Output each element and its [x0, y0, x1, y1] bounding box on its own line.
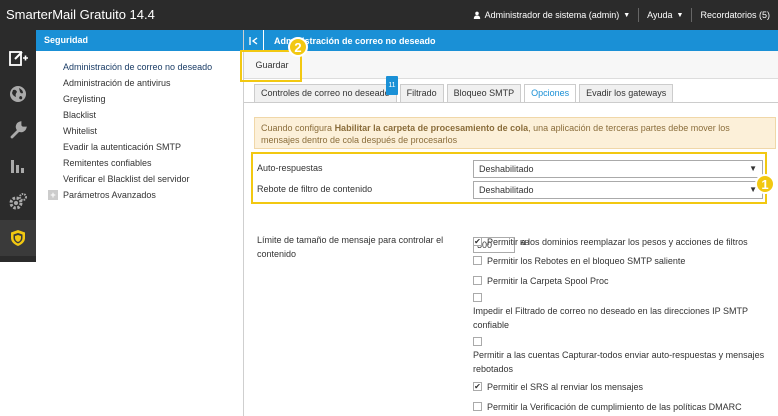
spool-proc-folder-label: Permitir la Carpeta Spool Proc [487, 276, 609, 286]
sidebar-item-greylisting[interactable]: Greylisting [36, 91, 243, 107]
sidebar-item-advanced-label: Parámetros Avanzados [63, 190, 156, 200]
srs-forwarding-option: ✔ Permitir el SRS al renviar los mensaje… [473, 380, 643, 394]
sidebar-item-advanced[interactable]: + Parámetros Avanzados [36, 187, 243, 203]
app-title: SmarterMail Gratuito 14.4 [6, 7, 155, 22]
sidebar-item-smtp-auth-bypass[interactable]: Evadir la autenticación SMTP [36, 139, 243, 155]
help-menu-label: Ayuda [647, 10, 673, 20]
compose-icon [9, 51, 28, 66]
dmarc-compliance-label: Permitir la Verificación de cumplimiento… [487, 402, 742, 412]
outbound-bounces-label: Permitir los Rebotes en el bloqueo SMTP … [487, 256, 686, 266]
srs-forwarding-label: Permitir el SRS al renviar los mensajes [487, 382, 644, 392]
sidebar-item-server-blacklist-check[interactable]: Verificar el Blacklist del servidor [36, 171, 243, 187]
help-menu[interactable]: Ayuda ▼ [639, 0, 691, 30]
wrench-icon [10, 121, 27, 139]
trusted-ip-spam-skip-option: Impedir el Filtrado de correo no deseado… [473, 291, 773, 332]
domains-override-weights-option: ✔ Permitir a los dominios reemplazar los… [473, 235, 748, 249]
caret-down-icon: ▼ [623, 11, 631, 19]
tab-options[interactable]: Opciones [524, 84, 577, 102]
srs-forwarding-checkbox[interactable]: ✔ [473, 382, 482, 391]
gear-icon [9, 193, 27, 210]
settings-tools-button[interactable] [0, 112, 36, 148]
catch-all-autoreply-label: Permitir a las cuentas Capturar-todos en… [473, 350, 765, 374]
tab-smtp-blocking[interactable]: Bloqueo SMTP [446, 84, 522, 102]
catch-all-autoreply-option: Permitir a las cuentas Capturar-todos en… [473, 335, 773, 376]
reminders-link[interactable]: Recordatorios (5) [692, 0, 778, 30]
caret-down-icon: ▼ [676, 11, 684, 19]
tab-filtering[interactable]: Filtrado [399, 84, 444, 102]
security-sidebar: Seguridad Administración de correo no de… [36, 30, 244, 416]
catch-all-autoreply-checkbox[interactable] [473, 337, 482, 346]
compose-button[interactable] [0, 40, 36, 76]
globe-icon [10, 86, 26, 102]
user-menu[interactable]: Administrador de sistema (admin) ▼ [465, 0, 639, 30]
collapse-sidebar-button[interactable] [244, 30, 264, 51]
outbound-bounces-option: Permitir los Rebotes en el bloqueo SMTP … [473, 254, 685, 268]
trusted-ip-spam-skip-label: Impedir el Filtrado de correo no deseado… [473, 306, 748, 330]
callout-badge-1: 1 [755, 174, 775, 194]
sidebar-item-whitelist[interactable]: Whitelist [36, 123, 243, 139]
main-header: Administración de correo no deseado [244, 30, 778, 51]
main-panel: Administración de correo no deseado Guar… [244, 30, 778, 416]
top-bar: SmarterMail Gratuito 14.4 Administrador … [0, 0, 778, 30]
notice-text-start: Cuando configura [261, 123, 335, 133]
tab-bar: Controles de correo no deseado 11 Filtra… [254, 76, 676, 102]
select-highlight-box [251, 152, 767, 204]
outbound-bounces-checkbox[interactable] [473, 256, 482, 265]
user-menu-label: Administrador de sistema (admin) [484, 10, 620, 20]
expand-icon[interactable]: + [48, 190, 58, 200]
user-icon [473, 11, 480, 19]
sidebar-item-antivirus[interactable]: Administración de antivirus [36, 75, 243, 91]
chart-icon [11, 160, 24, 173]
reports-button[interactable] [0, 148, 36, 184]
domains-button[interactable] [0, 76, 36, 112]
shield-icon [11, 230, 25, 246]
reminders-label: Recordatorios (5) [700, 10, 770, 20]
size-limit-label: Límite de tamaño de mensaje para control… [257, 235, 444, 259]
tab-spam-controls[interactable]: Controles de correo no deseado 11 [254, 76, 398, 102]
dmarc-compliance-option: Permitir la Verificación de cumplimiento… [473, 400, 742, 414]
collapse-icon [248, 36, 257, 45]
spool-proc-folder-checkbox[interactable] [473, 276, 482, 285]
sidebar-item-trusted-senders[interactable]: Remitentes confiables [36, 155, 243, 171]
trusted-ip-spam-skip-checkbox[interactable] [473, 293, 482, 302]
security-button[interactable] [0, 220, 36, 256]
tab-spam-controls-label: Controles de correo no deseado [261, 88, 390, 98]
configuration-button[interactable] [0, 184, 36, 220]
domains-override-weights-label: Permitir a los dominios reemplazar los p… [487, 237, 748, 247]
icon-rail [0, 30, 36, 416]
spool-proc-folder-option: Permitir la Carpeta Spool Proc [473, 274, 609, 288]
top-menu: Administrador de sistema (admin) ▼ Ayuda… [465, 0, 778, 30]
domains-override-weights-checkbox[interactable]: ✔ [473, 237, 482, 246]
notice-text-bold: Habilitar la carpeta de procesamiento de… [334, 123, 529, 133]
notice-banner: Cuando configura Habilitar la carpeta de… [254, 117, 776, 149]
sidebar-header: Seguridad [36, 30, 243, 51]
toolbar: Guardar [244, 51, 778, 79]
sidebar-item-spam-admin[interactable]: Administración de correo no deseado [36, 59, 243, 75]
sidebar-item-blacklist[interactable]: Blacklist [36, 107, 243, 123]
dmarc-compliance-checkbox[interactable] [473, 402, 482, 411]
callout-badge-2: 2 [288, 37, 308, 57]
tab-gateway-bypass[interactable]: Evadir los gateways [579, 84, 674, 102]
tab-count-badge: 11 [386, 76, 398, 95]
tab-divider [244, 102, 778, 103]
sidebar-tree: Administración de correo no deseado Admi… [36, 51, 243, 203]
